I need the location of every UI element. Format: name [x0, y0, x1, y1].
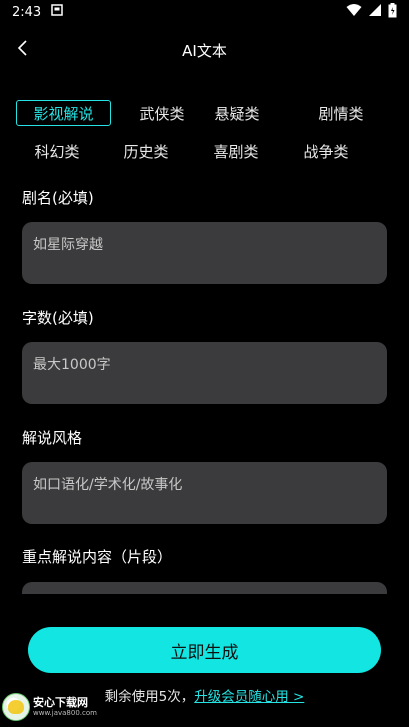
page-title: AI文本 — [182, 41, 227, 60]
tab-武侠类[interactable]: 武侠类 — [129, 100, 195, 126]
generate-button[interactable]: 立即生成 — [28, 627, 381, 673]
style-label: 解说风格 — [22, 429, 83, 447]
status-time: 2:43 — [12, 4, 42, 20]
tab-剧情类[interactable]: 剧情类 — [308, 100, 374, 126]
watermark-url: www.java800.com — [33, 709, 97, 717]
watermark-text: 安心下载网 www.java800.com — [33, 697, 97, 717]
focus-input[interactable] — [22, 582, 387, 594]
status-bar: 2:43 — [0, 0, 409, 24]
tab-喜剧类[interactable]: 喜剧类 — [203, 138, 269, 164]
sim-card-icon — [51, 4, 63, 20]
tab-战争类[interactable]: 战争类 — [293, 138, 359, 164]
title-label: 剧名(必填) — [22, 189, 94, 207]
tab-影视解说[interactable]: 影视解说 — [16, 100, 111, 126]
watermark: 安心下载网 www.java800.com — [0, 692, 107, 722]
wifi-icon — [346, 3, 362, 21]
tab-科幻类[interactable]: 科幻类 — [24, 138, 90, 164]
watermark-name: 安心下载网 — [33, 696, 88, 709]
focus-label: 重点解说内容（片段） — [22, 548, 173, 566]
watermark-logo-icon — [2, 693, 30, 721]
style-placeholder: 如口语化/学术化/故事化 — [33, 477, 183, 493]
tab-悬疑类[interactable]: 悬疑类 — [204, 100, 270, 126]
word-count-placeholder: 最大1000字 — [33, 357, 111, 373]
battery-icon — [388, 2, 397, 22]
chevron-left-icon — [16, 39, 28, 61]
status-right — [346, 2, 397, 22]
title-placeholder: 如星际穿越 — [33, 237, 103, 253]
upgrade-link[interactable]: 升级会员随心用 > — [194, 689, 304, 705]
status-left: 2:43 — [12, 4, 63, 20]
tab-历史类[interactable]: 历史类 — [113, 138, 179, 164]
title-input[interactable]: 如星际穿越 — [22, 222, 387, 284]
remaining-text: 剩余使用5次， — [104, 689, 195, 705]
style-input[interactable]: 如口语化/学术化/故事化 — [22, 462, 387, 524]
signal-icon — [368, 3, 382, 21]
back-button[interactable] — [8, 30, 36, 70]
app-bar: AI文本 — [0, 30, 409, 70]
word-count-input[interactable]: 最大1000字 — [22, 342, 387, 404]
word-count-label: 字数(必填) — [22, 309, 94, 327]
